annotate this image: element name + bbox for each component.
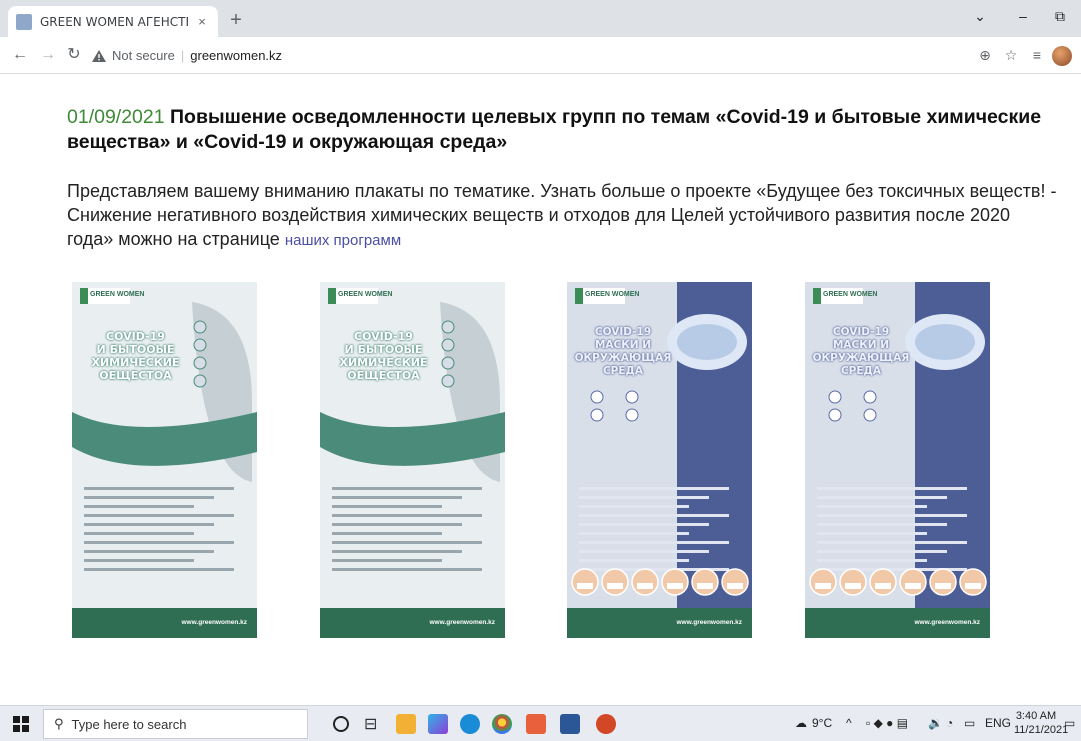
url-text: greenwomen.kz xyxy=(190,48,283,63)
volume-icon[interactable]: 🔉 xyxy=(928,716,943,730)
battery-icon[interactable]: ▭ xyxy=(964,716,975,730)
tray-apps-icon[interactable]: ▫ ◆ ● ▤ xyxy=(866,716,908,730)
article-date: 01/09/2021 xyxy=(67,106,165,128)
show-hidden-icons-icon[interactable]: ^ xyxy=(846,716,852,730)
notifications-icon[interactable]: ▭ xyxy=(1064,716,1075,730)
poster-brand: GREEN WOMEN xyxy=(585,291,640,298)
reload-icon[interactable]: ↻ xyxy=(64,46,84,64)
poster-title: COVID-19 И БЫТООЫЕ ХИМИЧЕСКИЕ ОЕЩЕСТОА xyxy=(339,330,428,382)
poster-footer-url: www.greenwomen.kz xyxy=(676,619,743,626)
poster-footer-url: www.greenwomen.kz xyxy=(181,619,248,626)
poster-image[interactable]: GREEN WOMEN COVID-19 И БЫТООЫЕ ХИМИЧЕСКИЕ ОЕ… xyxy=(320,282,505,638)
weather-icon[interactable]: ☁ xyxy=(795,716,807,730)
article-intro: Представляем вашему вниманию плакаты по … xyxy=(67,179,1057,253)
address-bar[interactable]: Not secure | greenwomen.kz xyxy=(92,42,1029,69)
chrome-browser-icon[interactable] xyxy=(492,714,512,734)
poster-image[interactable]: GREEN WOMEN COVID-19 МАСКИ И ОКРУЖАЮЩАЯ СРЕД… xyxy=(805,282,990,638)
search-icon: ⚲ xyxy=(54,716,64,731)
close-tab-icon[interactable]: × xyxy=(194,14,210,29)
temperature-label[interactable]: 9°C xyxy=(812,716,832,730)
poster-brand: GREEN WOMEN xyxy=(90,291,145,298)
language-indicator[interactable]: ENG xyxy=(985,716,1011,730)
reading-list-icon[interactable]: ≡ xyxy=(1028,47,1046,63)
back-arrow-icon[interactable]: ← xyxy=(10,46,30,64)
file-explorer-icon[interactable] xyxy=(396,714,416,734)
warning-icon xyxy=(92,49,106,62)
intro-text: Представляем вашему вниманию плакаты по … xyxy=(67,181,1057,249)
browser-tab-bar: GREEN WOMEN АГЕНСТВО ЭКО × + ⌄ – ⧉ xyxy=(0,0,1081,37)
media-player-icon[interactable] xyxy=(428,714,448,734)
tab-search-chevron-icon[interactable]: ⌄ xyxy=(970,8,990,25)
edge-browser-icon[interactable] xyxy=(460,714,480,734)
windows-taskbar: ⚲ Type here to search ⊟ ☁ 9°C ^ ▫ ◆ ● ▤ … xyxy=(0,705,1081,741)
tab-title: GREEN WOMEN АГЕНСТВО ЭКО xyxy=(40,14,188,29)
powerpoint-icon[interactable] xyxy=(596,714,616,734)
poster-brand: GREEN WOMEN xyxy=(823,291,878,298)
search-placeholder: Type here to search xyxy=(71,716,187,732)
article-headline: 01/09/2021 Повышение осведомленности цел… xyxy=(67,105,1057,155)
browser-toolbar: ← → ↻ Not secure | greenwomen.kz ⊕ ☆ ≡ xyxy=(0,37,1081,74)
address-separator: | xyxy=(180,48,185,63)
clock-date: 11/21/2021 xyxy=(1014,724,1069,736)
browser-tab[interactable]: GREEN WOMEN АГЕНСТВО ЭКО × xyxy=(8,6,218,37)
forward-arrow-icon[interactable]: → xyxy=(38,46,58,64)
poster-image[interactable]: GREEN WOMEN COVID-19 И БЫТООЫЕ ХИМИЧЕСКИЕ ОЕ… xyxy=(72,282,257,638)
word-icon[interactable] xyxy=(560,714,580,734)
poster-title: COVID-19 МАСКИ И ОКРУЖАЮЩАЯ СРЕДА xyxy=(574,326,672,377)
profile-avatar[interactable] xyxy=(1052,46,1072,66)
network-icon[interactable]: ◔ xyxy=(946,716,953,730)
minimize-button[interactable]: – xyxy=(1013,8,1033,24)
poster-brand: GREEN WOMEN xyxy=(338,291,393,298)
new-tab-button[interactable]: + xyxy=(224,9,248,31)
article-title: Повышение осведомленности целевых групп … xyxy=(67,106,1042,153)
bookmark-star-icon[interactable]: ☆ xyxy=(1002,47,1020,64)
poster-title: COVID-19 И БЫТООЫЕ ХИМИЧЕСКИЕ ОЕЩЕСТОА xyxy=(91,330,180,382)
page-content: 01/09/2021 Повышение осведомленности цел… xyxy=(0,75,1081,695)
windows-start-icon[interactable] xyxy=(13,716,29,732)
task-view-icon[interactable]: ⊟ xyxy=(364,714,384,734)
firefox-like-app-icon[interactable] xyxy=(526,714,546,734)
site-favicon-icon xyxy=(16,13,32,30)
poster-title: COVID-19 МАСКИ И ОКРУЖАЮЩАЯ СРЕДА xyxy=(812,326,910,377)
restore-button[interactable]: ⧉ xyxy=(1050,8,1070,25)
zoom-icon[interactable]: ⊕ xyxy=(976,47,994,64)
clock-time: 3:40 AM xyxy=(1015,710,1057,722)
not-secure-label: Not secure xyxy=(112,48,175,63)
poster-image[interactable]: GREEN WOMEN COVID-19 МАСКИ И ОКРУЖАЮЩАЯ СРЕД… xyxy=(567,282,752,638)
system-clock[interactable]: 3:40 AM 11/21/2021 xyxy=(1014,709,1069,737)
taskbar-search-box[interactable]: ⚲ Type here to search xyxy=(43,709,308,739)
programs-link[interactable]: наших программ xyxy=(285,232,401,249)
cortana-icon[interactable] xyxy=(333,716,349,732)
poster-footer-url: www.greenwomen.kz xyxy=(914,619,981,626)
poster-footer-url: www.greenwomen.kz xyxy=(429,619,496,626)
